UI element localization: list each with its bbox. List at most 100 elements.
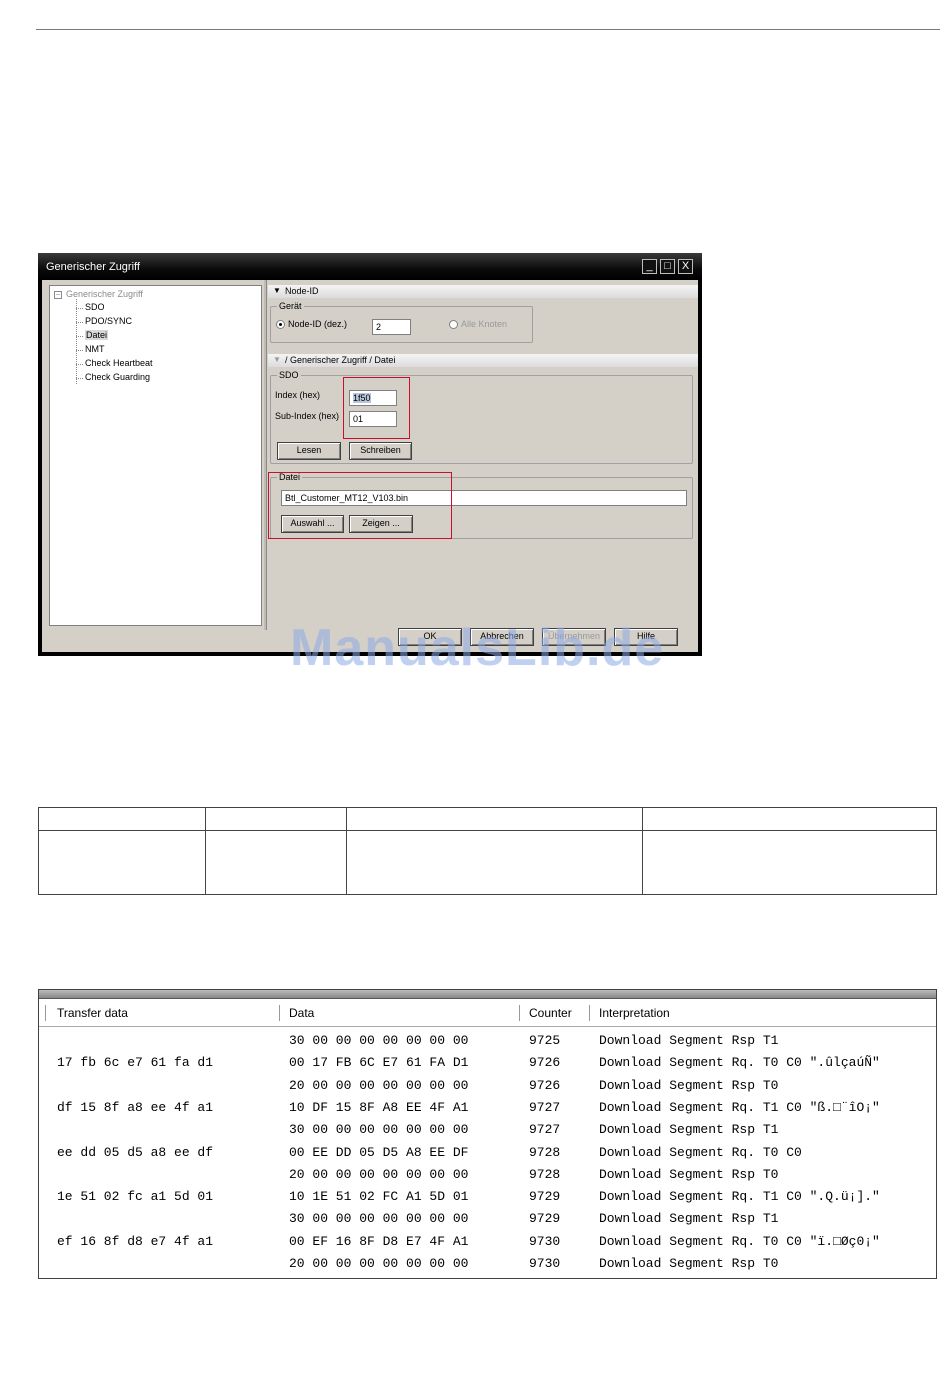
log-row[interactable]: 30 00 00 00 00 00 00 00 9725 Download Segm… <box>39 1030 936 1052</box>
collapse-icon[interactable]: − <box>54 290 62 299</box>
table-header-row <box>39 808 936 831</box>
column-separator[interactable] <box>519 1005 520 1021</box>
column-header-counter[interactable]: Counter <box>529 1006 572 1020</box>
table-col-divider <box>346 808 347 894</box>
node-id-section-header[interactable]: ▼ Node-ID <box>268 285 698 298</box>
read-button[interactable]: Lesen <box>277 442 341 460</box>
column-separator[interactable] <box>45 1005 46 1021</box>
interpretation-cell: Download Segment Rq. T1 C0 ".Q.ü¡]." <box>599 1189 880 1205</box>
interpretation-cell: Download Segment Rq. T0 C0 <box>599 1144 802 1160</box>
counter-cell: 9727 <box>529 1099 561 1115</box>
transfer-data-cell: 17 fb 6c e7 61 fa d1 <box>57 1055 214 1071</box>
radio-unselected-icon <box>449 320 458 330</box>
counter-cell: 9730 <box>529 1233 561 1249</box>
data-cell: 00 EF 16 8F D8 E7 4F A1 <box>289 1233 469 1249</box>
transfer-data-cell: ef 16 8f d8 e7 4f a1 <box>57 1233 214 1249</box>
interpretation-cell: Download Segment Rsp T1 <box>599 1211 779 1227</box>
transfer-log: Transfer data Data Counter Interpretatio… <box>38 989 937 1279</box>
tree-item-nmt[interactable]: NMT <box>76 344 105 354</box>
tree-item-sdo[interactable]: SDO <box>76 302 105 312</box>
log-toolbar <box>39 990 936 999</box>
tree-item-check-heartbeat[interactable]: Check Heartbeat <box>76 358 153 368</box>
close-icon[interactable]: X <box>678 259 693 274</box>
expand-triangle-icon: ▼ <box>273 286 281 295</box>
radio-node-id[interactable]: Node-ID (dez.) <box>276 319 347 330</box>
interpretation-cell: Download Segment Rsp T1 <box>599 1033 779 1048</box>
dialog-titlebar[interactable]: Generischer Zugriff _ □ X <box>38 253 702 280</box>
data-cell: 20 00 00 00 00 00 00 00 <box>289 1166 469 1182</box>
interpretation-cell: Download Segment Rsp T1 <box>599 1122 779 1138</box>
transfer-data-cell: 1e 51 02 fc a1 5d 01 <box>57 1189 214 1205</box>
log-row[interactable]: ef 16 8f d8 e7 4f a1 00 EF 16 8F D8 E7 4F… <box>39 1231 936 1253</box>
column-header-interpretation[interactable]: Interpretation <box>599 1006 670 1020</box>
data-cell: 20 00 00 00 00 00 00 00 <box>289 1256 469 1271</box>
counter-cell: 9728 <box>529 1144 561 1160</box>
dialog-client-area: − Generischer Zugriff SDO PDO/SYNC Datei … <box>42 280 698 652</box>
log-row[interactable]: ee dd 05 d5 a8 ee df 00 EE DD 05 D5 A8 EE… <box>39 1142 936 1164</box>
navigation-tree: − Generischer Zugriff SDO PDO/SYNC Datei … <box>49 285 262 626</box>
tree-item-pdo-sync[interactable]: PDO/SYNC <box>76 316 132 326</box>
interpretation-cell: Download Segment Rq. T0 C0 "ï.□Øç0¡" <box>599 1233 880 1249</box>
collapse-triangle-icon: ▼ <box>273 355 281 364</box>
interpretation-cell: Download Segment Rq. T0 C0 ".ûlçaúÑ" <box>599 1055 880 1071</box>
tree-item-datei[interactable]: Datei <box>76 330 109 340</box>
log-row[interactable]: 20 00 00 00 00 00 00 00 9728 Download Segm… <box>39 1164 936 1186</box>
data-cell: 30 00 00 00 00 00 00 00 <box>289 1211 469 1227</box>
interpretation-cell: Download Segment Rsp T0 <box>599 1077 779 1093</box>
column-separator[interactable] <box>589 1005 590 1021</box>
log-row[interactable]: 30 00 00 00 00 00 00 00 9729 Download Segm… <box>39 1208 936 1230</box>
generic-access-dialog: Generischer Zugriff _ □ X − Generischer Z… <box>38 253 702 656</box>
node-id-input[interactable]: 2 <box>372 319 411 335</box>
counter-cell: 9730 <box>529 1256 561 1271</box>
data-cell: 30 00 00 00 00 00 00 00 <box>289 1033 469 1048</box>
column-separator[interactable] <box>279 1005 280 1021</box>
transfer-data-cell: ee dd 05 d5 a8 ee df <box>57 1144 214 1160</box>
pane-splitter[interactable] <box>264 280 267 630</box>
transfer-data-cell: df 15 8f a8 ee 4f a1 <box>57 1099 214 1115</box>
sdo-group: SDO Index (hex) 1f50 Sub-Index (hex) 01 … <box>270 370 693 464</box>
empty-table <box>38 807 937 895</box>
data-cell: 00 EE DD 05 D5 A8 EE DF <box>289 1144 469 1160</box>
interpretation-cell: Download Segment Rsp T0 <box>599 1166 779 1182</box>
column-header-data[interactable]: Data <box>289 1006 314 1020</box>
maximize-icon[interactable]: □ <box>660 259 675 274</box>
interpretation-cell: Download Segment Rq. T1 C0 "ß.□¨îO¡" <box>599 1099 880 1115</box>
subindex-label: Sub-Index (hex) <box>275 411 340 421</box>
counter-cell: 9727 <box>529 1122 561 1138</box>
log-header: Transfer data Data Counter Interpretatio… <box>39 999 936 1027</box>
log-row[interactable]: 20 00 00 00 00 00 00 00 9726 Download Segm… <box>39 1075 936 1097</box>
data-cell: 10 DF 15 8F A8 EE 4F A1 <box>289 1099 469 1115</box>
column-header-transfer-data[interactable]: Transfer data <box>57 1006 128 1020</box>
file-highlight-box <box>268 472 452 539</box>
data-cell: 10 1E 51 02 FC A1 5D 01 <box>289 1189 469 1205</box>
data-cell: 20 00 00 00 00 00 00 00 <box>289 1077 469 1093</box>
page-top-rule <box>36 29 940 30</box>
log-row[interactable]: df 15 8f a8 ee 4f a1 10 DF 15 8F A8 EE 4F… <box>39 1097 936 1119</box>
table-col-divider <box>642 808 643 894</box>
counter-cell: 9729 <box>529 1211 561 1227</box>
index-highlight-box <box>343 377 410 439</box>
data-cell: 30 00 00 00 00 00 00 00 <box>289 1122 469 1138</box>
interpretation-cell: Download Segment Rsp T0 <box>599 1256 779 1271</box>
minimize-icon[interactable]: _ <box>642 259 657 274</box>
device-group: Gerät Node-ID (dez.) 2 Alle Knoten <box>270 301 533 343</box>
counter-cell: 9726 <box>529 1055 561 1071</box>
counter-cell: 9729 <box>529 1189 561 1205</box>
tree-root-generic-access[interactable]: − Generischer Zugriff <box>54 289 143 299</box>
log-row[interactable]: 17 fb 6c e7 61 fa d1 00 17 FB 6C E7 61 FA… <box>39 1052 936 1074</box>
counter-cell: 9725 <box>529 1033 561 1048</box>
table-col-divider <box>205 808 206 894</box>
radio-all-nodes[interactable]: Alle Knoten <box>449 319 507 330</box>
radio-selected-icon <box>276 320 285 330</box>
dialog-title: Generischer Zugriff <box>46 261 140 273</box>
log-row[interactable]: 20 00 00 00 00 00 00 00 9730 Download Segm… <box>39 1253 936 1275</box>
counter-cell: 9726 <box>529 1077 561 1093</box>
watermark: ManualsLib.de <box>290 619 665 677</box>
counter-cell: 9728 <box>529 1166 561 1182</box>
log-row[interactable]: 1e 51 02 fc a1 5d 01 10 1E 51 02 FC A1 5D… <box>39 1186 936 1208</box>
log-row[interactable]: 30 00 00 00 00 00 00 00 9727 Download Segm… <box>39 1119 936 1141</box>
write-button[interactable]: Schreiben <box>349 442 412 460</box>
index-label: Index (hex) <box>275 390 321 400</box>
tree-item-check-guarding[interactable]: Check Guarding <box>76 372 150 382</box>
generic-access-section-header[interactable]: ▼ / Generischer Zugriff / Datei <box>268 354 698 367</box>
